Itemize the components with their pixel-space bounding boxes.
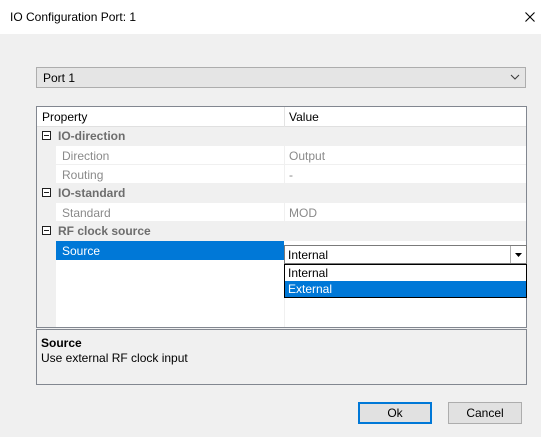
port-select-value: Port 1 — [43, 71, 76, 85]
property-row-direction[interactable]: Direction Output — [37, 146, 526, 165]
source-dropdown-list[interactable]: Internal External — [284, 264, 527, 298]
row-margin — [37, 165, 56, 184]
source-value: Internal — [288, 248, 329, 262]
dialog-window: IO Configuration Port: 1 Port 1 Property… — [0, 0, 541, 437]
property-row-routing[interactable]: Routing - — [37, 165, 526, 184]
title-bar: IO Configuration Port: 1 — [0, 0, 541, 34]
option-label: External — [288, 282, 333, 296]
column-header-value[interactable]: Value — [289, 110, 319, 124]
category-row-io-direction[interactable]: IO-direction — [37, 127, 526, 146]
cell-divider — [284, 146, 285, 165]
property-name: Direction — [62, 149, 110, 163]
category-label: RF clock source — [58, 224, 151, 238]
property-name: Routing — [62, 168, 104, 182]
category-label: IO-standard — [58, 186, 126, 200]
category-row-rf-clock-source[interactable]: RF clock source — [37, 222, 526, 241]
cell-divider — [284, 165, 285, 184]
selected-property-name-cell[interactable]: Source — [56, 241, 284, 260]
description-title: Source — [41, 336, 82, 350]
row-margin — [37, 146, 56, 165]
column-header-property[interactable]: Property — [42, 110, 87, 124]
cancel-button[interactable]: Cancel — [448, 402, 522, 424]
category-row-io-standard[interactable]: IO-standard — [37, 184, 526, 203]
collapse-minus-icon[interactable] — [42, 131, 51, 140]
source-dropdown-button[interactable] — [510, 246, 526, 263]
property-value: Output — [289, 149, 326, 163]
property-value: - — [289, 168, 293, 182]
port-select[interactable]: Port 1 — [36, 67, 526, 88]
property-name: Standard — [62, 206, 111, 220]
dropdown-option-external[interactable]: External — [285, 281, 526, 297]
property-value: MOD — [289, 206, 317, 220]
close-icon — [524, 12, 535, 22]
grid-left-margin — [37, 260, 56, 327]
grid-header: Property Value — [37, 107, 526, 127]
category-label: IO-direction — [58, 129, 126, 143]
ok-button[interactable]: Ok — [358, 402, 432, 424]
column-divider[interactable] — [284, 107, 285, 127]
property-row-standard[interactable]: Standard MOD — [37, 203, 526, 222]
triangle-down-icon — [515, 252, 522, 257]
dropdown-option-internal[interactable]: Internal — [285, 265, 526, 281]
close-button[interactable] — [518, 0, 541, 34]
row-margin — [37, 241, 56, 260]
collapse-minus-icon[interactable] — [42, 226, 51, 235]
cell-divider — [284, 203, 285, 222]
description-text: Use external RF clock input — [41, 351, 188, 365]
option-label: Internal — [288, 266, 329, 280]
window-title: IO Configuration Port: 1 — [10, 10, 137, 24]
chevron-down-icon — [510, 74, 520, 80]
collapse-minus-icon[interactable] — [42, 188, 51, 197]
row-margin — [37, 203, 56, 222]
source-value-combo[interactable]: Internal — [284, 245, 527, 264]
description-panel: Source Use external RF clock input — [36, 329, 527, 385]
property-name: Source — [62, 244, 101, 258]
